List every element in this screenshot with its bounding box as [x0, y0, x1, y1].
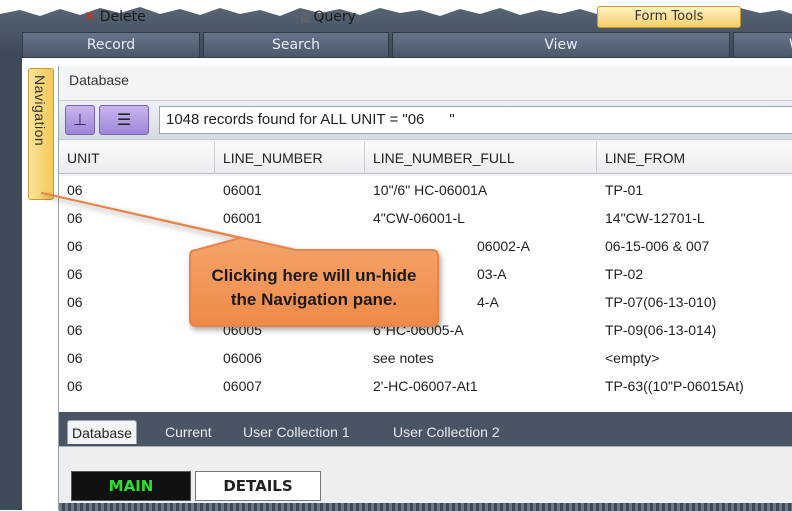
cell-unit: 06	[67, 294, 83, 310]
delete-button[interactable]: ✕ Delete	[84, 6, 146, 28]
pin-icon: ⊥	[73, 110, 87, 129]
cell-line-number: 06007	[223, 378, 262, 394]
query-icon: ▦	[300, 11, 311, 24]
cell-line-number: 06001	[223, 210, 262, 226]
cell-line-from: 14"CW-12701-L	[605, 210, 705, 226]
navigation-pane-toggle[interactable]: Navigation	[28, 68, 54, 200]
cell-line-from: TP-01	[605, 182, 644, 198]
column-header-unit[interactable]: UNIT	[59, 142, 215, 174]
cell-line-number: 06005	[223, 322, 262, 338]
cell-unit: 06	[67, 378, 83, 394]
table-row[interactable]: 06 06002-A 06-15-006 & 007	[59, 232, 792, 260]
cell-line-from: 06-15-006 & 007	[605, 238, 710, 254]
tab-database[interactable]: Database	[67, 420, 137, 444]
ribbon-group-w: W	[733, 32, 792, 58]
callout-line-1: Clicking here will un-hide	[211, 266, 417, 285]
cell-line-from: <empty>	[605, 350, 660, 366]
view-tabs: Database Current User Collection 1 User …	[59, 418, 792, 446]
table-row[interactable]: 06 06001 10"/6" HC-06001A TP-01	[59, 176, 792, 204]
query-button[interactable]: ▦ Query	[300, 6, 356, 28]
cell-unit: 06	[67, 322, 83, 338]
records-found-field[interactable]: 1048 records found for ALL UNIT = "06 "	[159, 106, 792, 134]
cell-line-number-full: 10"/6" HC-06001A	[373, 182, 488, 198]
ribbon-group-search: Search	[203, 32, 389, 58]
tab-main[interactable]: MAIN	[71, 471, 191, 501]
cell-line-number	[215, 232, 365, 260]
tab-user-collection-1[interactable]: User Collection 1	[239, 420, 354, 444]
cell-unit: 06	[67, 182, 83, 198]
navigation-label: Navigation	[32, 75, 48, 147]
table-row[interactable]: 06 06006 see notes <empty>	[59, 344, 792, 372]
delete-icon: ✕	[84, 9, 96, 25]
grid-header: UNIT LINE_NUMBER LINE_NUMBER_FULL LINE_F…	[59, 142, 792, 174]
cell-line-number-full: 6"HC-06005-A	[373, 322, 464, 338]
callout-text: Clicking here will un-hide the Navigatio…	[196, 264, 432, 312]
cell-line-number-full: 06002-A	[477, 238, 530, 254]
list-icon: ☰	[116, 110, 132, 129]
column-header-line-number[interactable]: LINE_NUMBER	[215, 142, 365, 174]
cell-line-from: TP-09(06-13-014)	[605, 322, 717, 338]
cell-line-number-full: see notes	[373, 350, 434, 366]
form-tools-button[interactable]: Form Tools	[597, 6, 741, 28]
cell-line-number-full: 2'-HC-06007-At1	[373, 378, 478, 394]
ribbon-group-view: View	[392, 32, 730, 58]
detail-area: MAIN DETAILS	[59, 446, 792, 511]
table-row[interactable]: 06 06007 2'-HC-06007-At1 TP-63((10"P-060…	[59, 372, 792, 400]
tab-details[interactable]: DETAILS	[195, 471, 321, 501]
table-row[interactable]: 06 06001 4"CW-06001-L 14"CW-12701-L	[59, 204, 792, 232]
ribbon: ✕ Delete ▦ Query Form Tools Record Search …	[0, 0, 792, 58]
column-header-line-from[interactable]: LINE_FROM	[597, 142, 792, 174]
cell-line-from: TP-07(06-13-010)	[605, 294, 717, 310]
tab-current[interactable]: Current	[161, 420, 216, 444]
table-row[interactable]: 06 06005 6"HC-06005-A TP-09(06-13-014)	[59, 316, 792, 344]
cell-line-number: 06006	[223, 350, 262, 366]
cell-line-from: TP-63((10"P-06015At)	[605, 378, 744, 394]
callout-line-2: the Navigation pane.	[230, 290, 398, 309]
ribbon-group-record: Record	[22, 32, 200, 58]
cell-unit: 06	[67, 210, 83, 226]
cell-unit: 06	[67, 350, 83, 366]
grid-toolbar: ⊥ ☰ 1048 records found for ALL UNIT = "0…	[59, 100, 792, 140]
column-header-line-number-full[interactable]: LINE_NUMBER_FULL	[365, 142, 597, 174]
cell-unit: 06	[67, 266, 83, 282]
tab-user-collection-2[interactable]: User Collection 2	[389, 420, 504, 444]
cell-line-from: TP-02	[605, 266, 644, 282]
cell-unit: 06	[67, 238, 83, 254]
list-button[interactable]: ☰	[99, 105, 149, 135]
panel-title: Database	[69, 72, 129, 88]
query-label: Query	[313, 9, 356, 25]
cell-line-number: 06001	[223, 182, 262, 198]
pin-button[interactable]: ⊥	[65, 105, 95, 135]
left-sidebar-strip	[0, 58, 22, 510]
cell-line-number-full: 4"CW-06001-L	[373, 210, 465, 226]
delete-label: Delete	[99, 9, 146, 25]
